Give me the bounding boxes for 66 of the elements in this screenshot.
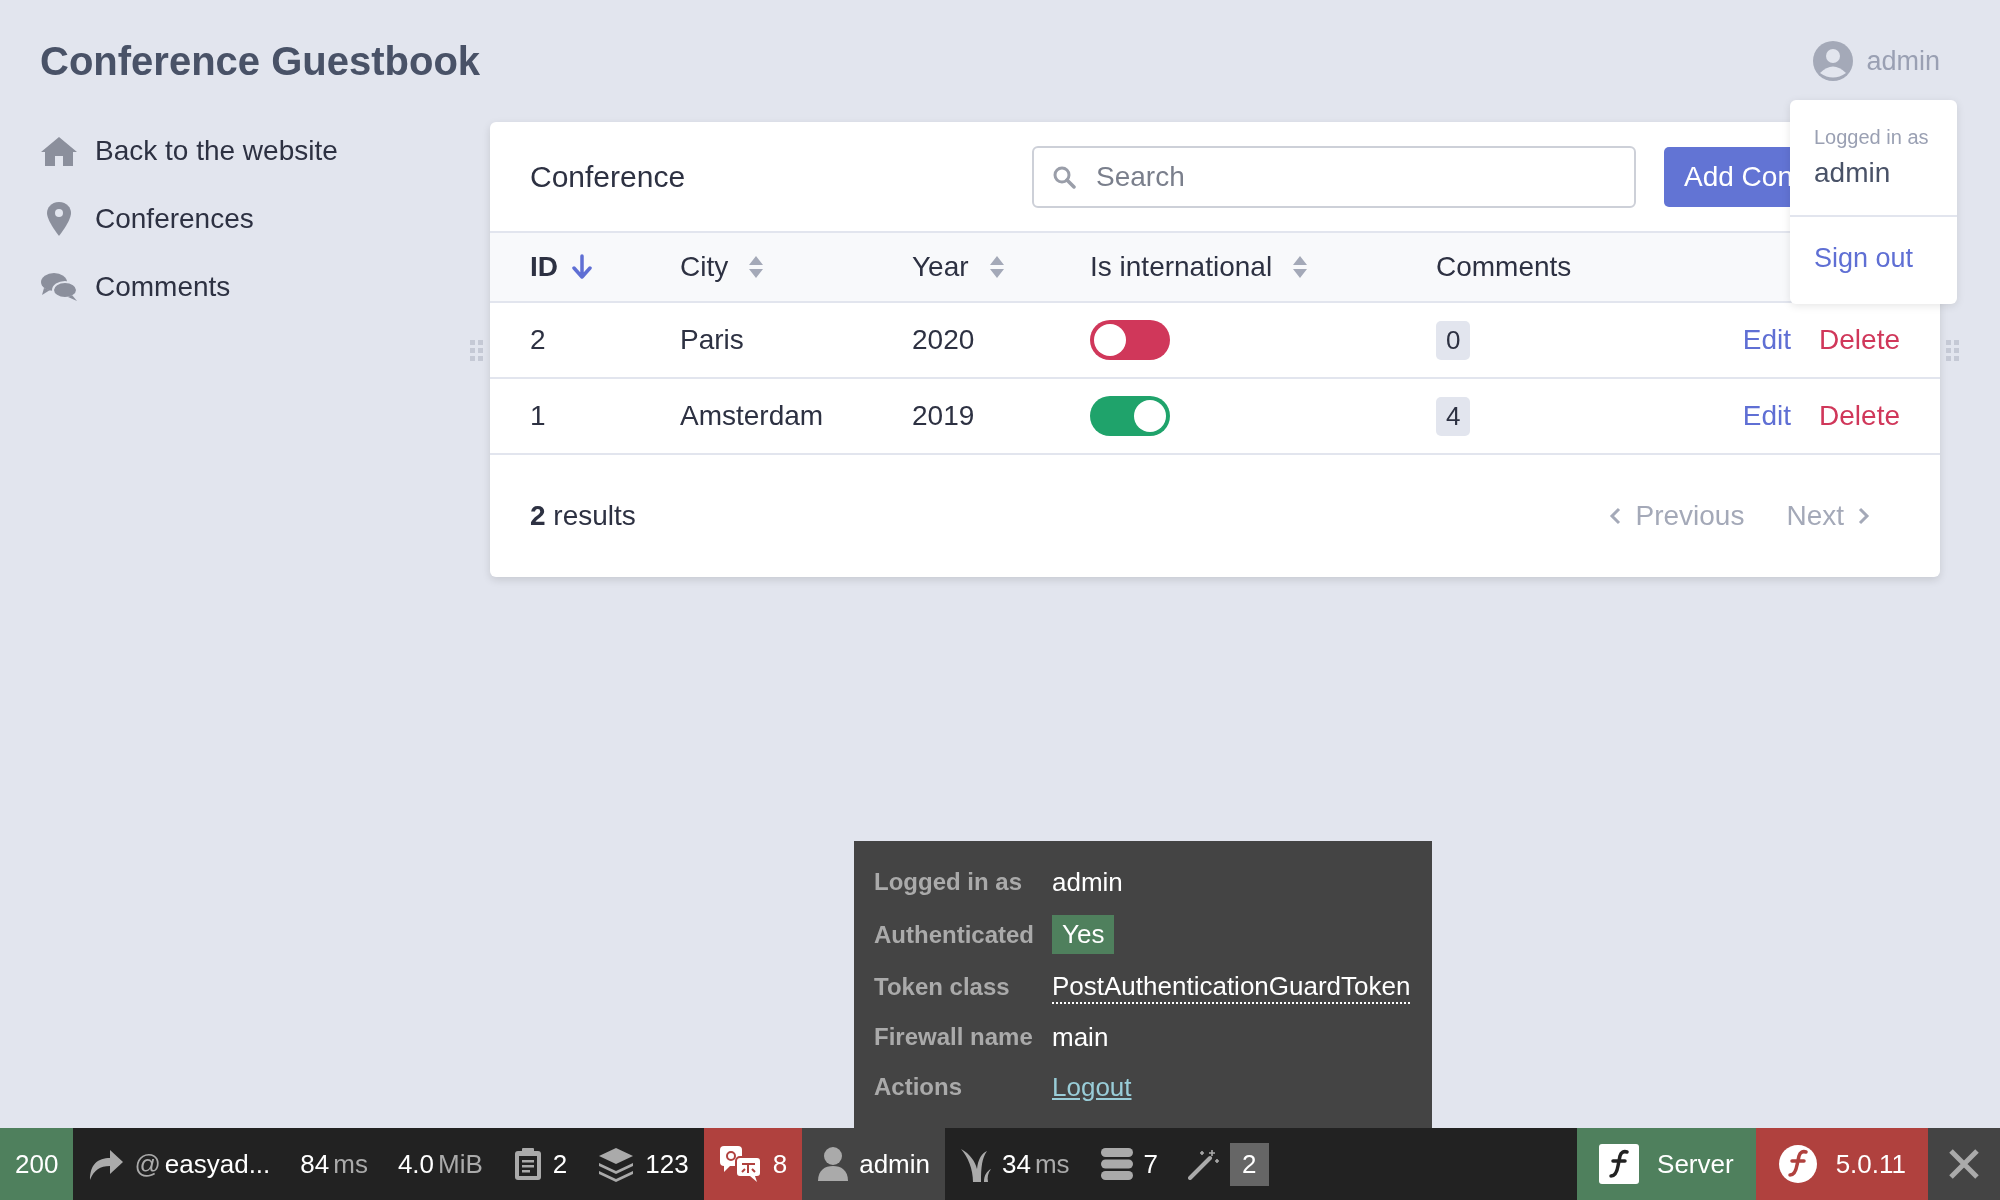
toolbar-item[interactable]: Server xyxy=(1577,1128,1756,1200)
sign-out-link[interactable]: Sign out xyxy=(1790,217,1957,304)
sort-icon xyxy=(1292,255,1309,279)
database-icon xyxy=(1099,1147,1134,1181)
toolbar-item[interactable]: admin xyxy=(802,1128,945,1200)
menu-user-name: admin xyxy=(1814,157,1892,189)
column-header: Comments xyxy=(1436,251,1573,283)
sidebar-item[interactable]: Back to the website xyxy=(40,132,490,170)
info-label: Logged in as xyxy=(874,868,1023,896)
chevron-left-icon xyxy=(1609,507,1622,525)
person-icon xyxy=(817,1146,850,1182)
magic-wand-icon xyxy=(1188,1148,1221,1180)
chevron-right-icon xyxy=(1858,507,1870,525)
drag-handle-icon[interactable] xyxy=(470,340,484,362)
close-button[interactable] xyxy=(1928,1128,2000,1200)
status-badge: Yes xyxy=(1052,915,1115,954)
results-count: 2 results xyxy=(530,500,636,532)
table-cell-text: 2 xyxy=(530,324,547,356)
avatar-icon[interactable] xyxy=(1812,40,1855,82)
sort-icon xyxy=(748,255,765,279)
chat-bubbles-icon xyxy=(40,271,78,303)
sf-logo-icon xyxy=(1777,1144,1818,1184)
toggle-switch[interactable] xyxy=(1090,396,1170,436)
clipboard-icon xyxy=(512,1147,543,1181)
drag-handle-icon[interactable] xyxy=(1946,340,1960,362)
app-title: Conference Guestbook xyxy=(40,38,481,84)
toolbar-item[interactable]: 5.0.11 xyxy=(1755,1128,1928,1200)
close-icon xyxy=(1948,1148,1980,1180)
token-class-value: PostAuthenticationGuardToken xyxy=(1052,970,1411,1004)
comment-count: 4 xyxy=(1436,396,1471,436)
delete-link[interactable]: Delete xyxy=(1819,324,1900,356)
sort-icon xyxy=(988,255,1005,279)
table-cell-text: Paris xyxy=(680,324,745,356)
sf-logo-icon xyxy=(1599,1144,1640,1184)
sidebar-item[interactable]: Conferences xyxy=(40,200,490,238)
table-cell-text: 2019 xyxy=(912,400,976,432)
table-cell-text: 2020 xyxy=(912,324,976,356)
column-header[interactable]: ID xyxy=(530,251,680,283)
info-label: Authenticated xyxy=(874,920,1035,949)
column-header[interactable]: Is international xyxy=(1090,251,1436,283)
menu-caption: Logged in as xyxy=(1814,126,1930,149)
toggle-switch[interactable] xyxy=(1090,320,1170,360)
info-value: main xyxy=(1052,1021,1109,1053)
edit-link[interactable]: Edit xyxy=(1742,400,1792,432)
translate-icon xyxy=(718,1145,763,1183)
sort-arrow-icon xyxy=(572,254,592,280)
toolbar-item[interactable]: 200 xyxy=(0,1128,74,1200)
column-header[interactable]: City xyxy=(680,251,912,283)
house-icon xyxy=(40,135,78,167)
logout-link[interactable]: Logout xyxy=(1052,1071,1132,1103)
toolbar-item[interactable]: 8 xyxy=(703,1128,803,1200)
info-label: Firewall name xyxy=(874,1023,1034,1051)
delete-link[interactable]: Delete xyxy=(1819,400,1900,432)
search-field[interactable]: Search xyxy=(1032,145,1636,208)
layers-icon xyxy=(597,1146,636,1182)
search-icon xyxy=(1052,164,1076,189)
info-label: Actions xyxy=(874,1073,963,1101)
sidebar-item[interactable]: Comments xyxy=(40,268,490,306)
edit-link[interactable]: Edit xyxy=(1742,324,1792,356)
table-cell-text: 1 xyxy=(530,400,547,432)
info-label: Token class xyxy=(874,973,1011,1001)
comment-count: 0 xyxy=(1436,320,1471,360)
info-value: admin xyxy=(1052,866,1123,898)
table-cell-text: Amsterdam xyxy=(680,400,825,432)
column-header[interactable]: Year xyxy=(912,251,1090,283)
card-title: Conference xyxy=(530,159,687,194)
